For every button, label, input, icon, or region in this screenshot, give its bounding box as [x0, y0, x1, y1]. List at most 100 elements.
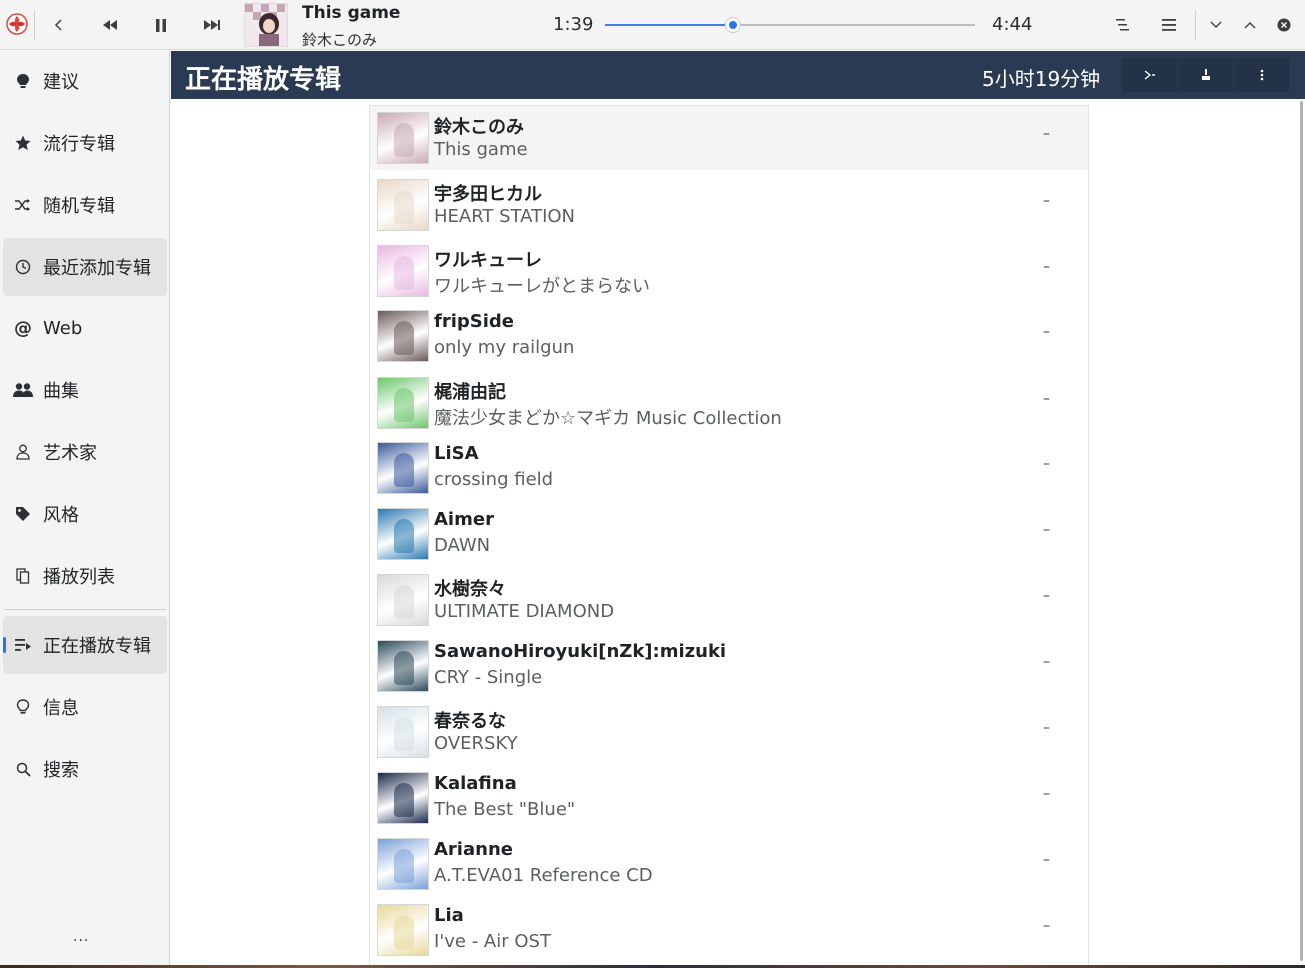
seek-slider-handle[interactable]: [725, 17, 742, 33]
sidebar-item-now-playing-album[interactable]: 正在播放专辑: [3, 616, 167, 674]
toolbar: This game 鈴木このみ 1:39 4:44: [0, 0, 1305, 50]
album-rating: –: [1043, 588, 1050, 604]
album-title: ULTIMATE DIAMOND: [434, 601, 615, 622]
sidebar-item-info[interactable]: 信息: [3, 678, 167, 736]
page-header: 正在播放专辑 5小时19分钟: [171, 51, 1305, 99]
album-artist: Arianne: [434, 839, 513, 860]
sidebar-item-genres[interactable]: 风格: [3, 485, 167, 543]
album-artist: Kalafina: [434, 773, 517, 794]
album-rating: –: [1043, 126, 1050, 142]
album-cover: [377, 838, 429, 890]
album-title: CRY - Single: [434, 667, 543, 688]
list-item[interactable]: fripSide only my railgun –: [370, 304, 1088, 368]
album-rating: –: [1043, 456, 1050, 472]
next-track-button[interactable]: [197, 10, 227, 40]
app-logo-icon[interactable]: [4, 11, 30, 37]
album-rating: –: [1043, 324, 1050, 340]
list-item[interactable]: 梶浦由記 魔法少女まどか☆マギカ Music Collection –: [370, 371, 1088, 435]
sidebar: 建议 流行专辑 随机专辑 最近添加专辑 @ Web 曲集 艺术家 风格 播放列表…: [0, 51, 170, 968]
album-artist: 水樹奈々: [434, 579, 506, 600]
album-rating: –: [1043, 852, 1050, 868]
playback-position: 1:39: [553, 14, 594, 35]
album-list: 鈴木このみ This game – 宇多田ヒカル HEART STATION – ワルキュー…: [369, 105, 1089, 968]
list-item[interactable]: Lia I've - Air OST –: [370, 898, 1088, 962]
list-item[interactable]: Arianne A.T.EVA01 Reference CD –: [370, 832, 1088, 896]
close-button[interactable]: [1269, 10, 1299, 40]
main-menu-button[interactable]: [1154, 10, 1184, 40]
album-title: A.T.EVA01 Reference CD: [434, 865, 653, 886]
sidebar-item-collections[interactable]: 曲集: [3, 361, 167, 419]
back-button[interactable]: [44, 10, 74, 40]
album-cover: [377, 310, 429, 362]
list-item[interactable]: 宇多田ヒカル HEART STATION –: [370, 173, 1088, 237]
shuffle-icon: [3, 199, 43, 211]
sidebar-more-button[interactable]: ...: [73, 929, 89, 945]
pause-button[interactable]: [146, 10, 176, 40]
album-rating: –: [1043, 720, 1050, 736]
album-cover: [377, 245, 429, 297]
sidebar-item-label: 播放列表: [43, 567, 115, 588]
list-item[interactable]: SawanoHiroyuki[nZk]:mizuki CRY - Single –: [370, 634, 1088, 698]
sidebar-item-playlists[interactable]: 播放列表: [3, 547, 167, 605]
clear-queue-button[interactable]: [1178, 58, 1233, 92]
album-title: This game: [434, 139, 528, 160]
album-cover: [377, 179, 429, 231]
album-title: The Best "Blue": [434, 799, 576, 820]
now-playing-cover[interactable]: [244, 3, 288, 47]
scrollbar[interactable]: [1300, 101, 1303, 961]
sidebar-item-label: 搜索: [43, 760, 79, 781]
tag-icon: [3, 506, 43, 522]
album-artist: 鈴木このみ: [434, 117, 524, 138]
list-item[interactable]: 鈴木このみ This game –: [370, 106, 1088, 170]
active-indicator: [3, 637, 6, 653]
sidebar-item-label: 建议: [43, 72, 79, 93]
more-options-button[interactable]: [1234, 58, 1289, 92]
album-title: I've - Air OST: [434, 931, 551, 952]
sidebar-item-label: 曲集: [43, 381, 79, 402]
maximize-button[interactable]: [1235, 10, 1265, 40]
album-artist: ワルキューレ: [434, 250, 542, 271]
album-rating: –: [1043, 259, 1050, 275]
now-playing-title: This game: [302, 3, 401, 23]
play-album-button[interactable]: [1122, 58, 1177, 92]
sidebar-item-search[interactable]: 搜索: [3, 740, 167, 798]
tag-bulb-icon: [3, 73, 43, 89]
album-artist: 梶浦由記: [434, 382, 506, 403]
previous-track-button[interactable]: [95, 10, 125, 40]
search-icon: [3, 762, 43, 777]
sidebar-item-label: Web: [43, 317, 83, 339]
queue-options-button[interactable]: [1108, 10, 1138, 40]
sidebar-item-top-albums[interactable]: 流行专辑: [3, 114, 167, 172]
album-cover: [377, 112, 429, 164]
sidebar-item-label: 艺术家: [43, 443, 97, 464]
total-duration: 5小时19分钟: [982, 67, 1101, 91]
sidebar-item-suggestions[interactable]: 建议: [3, 52, 167, 110]
album-title: OVERSKY: [434, 733, 518, 754]
bulb-icon: [3, 699, 43, 715]
album-title: 魔法少女まどか☆マギカ Music Collection: [434, 408, 782, 429]
list-item[interactable]: 春奈るな OVERSKY –: [370, 700, 1088, 764]
album-title: DAWN: [434, 535, 491, 556]
album-cover: [377, 377, 429, 429]
list-item[interactable]: LiSA crossing field –: [370, 436, 1088, 500]
seek-slider[interactable]: [605, 17, 975, 33]
sidebar-item-label: 流行专辑: [43, 134, 115, 155]
album-cover: [377, 904, 429, 956]
album-artist: 宇多田ヒカル: [434, 184, 542, 205]
sidebar-item-random-albums[interactable]: 随机专辑: [3, 176, 167, 234]
sidebar-item-label: 正在播放专辑: [43, 636, 151, 657]
sidebar-item-recently-added[interactable]: 最近添加专辑: [3, 238, 167, 296]
sidebar-separator: [4, 609, 166, 610]
album-title: only my railgun: [434, 337, 575, 358]
sidebar-item-web[interactable]: @ Web: [3, 299, 167, 357]
list-item[interactable]: ワルキューレ ワルキューレがとまらない –: [370, 239, 1088, 303]
album-artist: fripSide: [434, 311, 514, 332]
list-item[interactable]: Kalafina The Best "Blue" –: [370, 766, 1088, 830]
list-item[interactable]: Aimer DAWN –: [370, 502, 1088, 566]
list-item[interactable]: 水樹奈々 ULTIMATE DIAMOND –: [370, 568, 1088, 632]
sidebar-item-label: 随机专辑: [43, 196, 115, 217]
album-artist: Aimer: [434, 509, 494, 530]
minimize-button[interactable]: [1201, 10, 1231, 40]
seek-slider-fill: [605, 24, 734, 26]
sidebar-item-artists[interactable]: 艺术家: [3, 423, 167, 481]
